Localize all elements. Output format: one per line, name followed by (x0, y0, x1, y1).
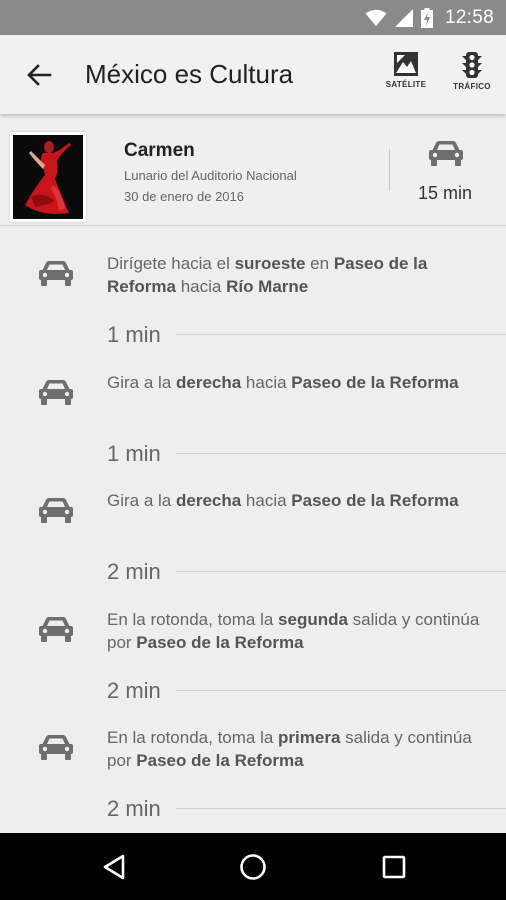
instruction-highlight: derecha (175, 372, 242, 392)
direction-step[interactable]: En la rotonda, toma la primera salida y … (0, 700, 506, 800)
travel-time: 15 min (418, 183, 473, 203)
traffic-button[interactable]: TRÁFICO (444, 51, 500, 91)
event-date: 30 de enero de 2016 (124, 189, 244, 204)
instruction-highlight: suroeste (234, 254, 306, 273)
dancer-image (13, 135, 83, 219)
instruction-text: Gira a la (107, 491, 176, 510)
instruction-text: en (305, 254, 334, 273)
segment-divider (176, 334, 506, 335)
direction-instruction: Gira a la derecha hacia Paseo de la Refo… (107, 489, 497, 512)
direction-step[interactable]: Gira a la derecha hacia Paseo de la Refo… (0, 345, 506, 445)
direction-step[interactable]: En la rotonda, toma la segunda salida y … (0, 582, 506, 682)
event-thumbnail (10, 132, 86, 222)
clock: 12:58 (444, 6, 494, 28)
car-icon (38, 260, 74, 293)
system-nav-bar (0, 833, 506, 900)
battery-charging-icon (420, 7, 433, 28)
direction-instruction: Gira a la derecha hacia Paseo de la Refo… (107, 371, 497, 394)
direction-instruction: En la rotonda, toma la primera salida y … (107, 726, 497, 772)
status-bar: 12:58 (0, 0, 506, 35)
segment-divider (176, 808, 506, 809)
wifi-icon (365, 9, 387, 27)
instruction-highlight: Paseo de la Reforma (136, 751, 304, 770)
instruction-highlight: Paseo de la Reforma (136, 632, 304, 652)
back-triangle-icon (103, 854, 125, 880)
instruction-highlight: Paseo de la Reforma (291, 372, 459, 392)
divider (389, 149, 390, 191)
satellite-label: SATÉLITE (385, 80, 427, 89)
page-title: México es Cultura (85, 59, 294, 89)
back-button[interactable] (22, 58, 56, 92)
direction-instruction: Dirígete hacia el suroeste en Paseo de l… (107, 252, 497, 298)
instruction-text: Gira a la (107, 372, 176, 392)
event-venue: Lunario del Auditorio Nacional (124, 168, 297, 183)
car-icon (38, 734, 74, 767)
satellite-icon (394, 52, 418, 76)
car-icon (38, 497, 74, 530)
signal-icon (394, 8, 413, 27)
direction-step[interactable]: Gira a la derecha hacia Paseo de la Refo… (0, 463, 506, 563)
segment-duration: 2 min (107, 796, 161, 821)
event-card[interactable]: Carmen Lunario del Auditorio Nacional 30… (0, 114, 506, 226)
recents-square-icon (382, 855, 406, 879)
instruction-text: hacia (241, 491, 292, 510)
car-icon (38, 379, 74, 412)
car-icon (38, 616, 74, 649)
instruction-highlight: Río Marne (226, 277, 309, 296)
event-title: Carmen (124, 140, 195, 161)
direction-instruction: En la rotonda, toma la segunda salida y … (107, 608, 497, 654)
instruction-text: En la rotonda, toma la (107, 609, 279, 629)
satellite-button[interactable]: SATÉLITE (378, 51, 434, 89)
instruction-highlight: Paseo de la Reforma (291, 491, 459, 510)
instruction-text: hacia (175, 277, 227, 296)
arrow-back-icon (27, 64, 52, 86)
traffic-label: TRÁFICO (453, 82, 491, 91)
system-back-button[interactable] (96, 849, 132, 885)
instruction-text: Dirígete hacia el (107, 254, 235, 273)
car-icon (429, 141, 463, 166)
direction-step[interactable]: Dirígete hacia el suroeste en Paseo de l… (0, 226, 506, 326)
app-bar: México es Cultura SATÉLITE TRÁFICO (0, 35, 506, 114)
segment-divider (176, 689, 506, 691)
segment-divider (176, 571, 506, 572)
system-home-button[interactable] (235, 849, 271, 885)
instruction-highlight: derecha (175, 491, 242, 510)
instruction-highlight: segunda (278, 609, 348, 629)
traffic-light-icon (462, 52, 482, 78)
segment-divider (176, 452, 506, 454)
home-circle-icon (240, 854, 266, 880)
system-recents-button[interactable] (376, 849, 412, 885)
directions-list: Dirígete hacia el suroeste en Paseo de l… (0, 226, 506, 833)
instruction-highlight: primera (278, 728, 341, 747)
instruction-text: En la rotonda, toma la (107, 728, 279, 747)
instruction-text: hacia (241, 372, 292, 392)
